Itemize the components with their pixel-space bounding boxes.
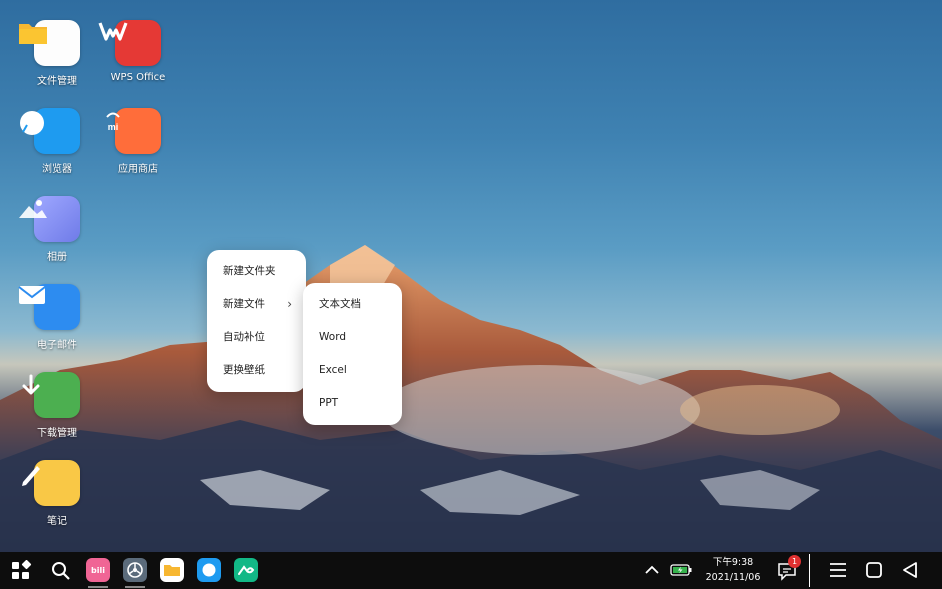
battery-indicator[interactable] — [668, 560, 694, 580]
desktop-context-menu: 新建文件夹 新建文件 › 自动补位 更换壁纸 — [207, 250, 306, 392]
app-icon — [234, 558, 258, 582]
folder-icon — [19, 20, 80, 66]
taskbar-app-files[interactable] — [159, 557, 185, 583]
taskbar-app-settings[interactable] — [122, 557, 148, 583]
desktop-icon-label: 相册 — [47, 252, 67, 263]
submenu-item-ppt[interactable]: PPT — [303, 387, 402, 420]
desktop-icon-label: 电子邮件 — [37, 340, 77, 351]
tray-expand-button[interactable] — [642, 560, 662, 580]
submenu-item-word[interactable]: Word — [303, 321, 402, 354]
menu-nav-button[interactable] — [826, 558, 850, 582]
chevron-up-icon — [645, 565, 659, 574]
desktop-icon-gallery[interactable]: 相册 — [17, 196, 97, 263]
desktop-icon-browser[interactable]: 浏览器 — [17, 108, 97, 175]
desktop-icon-file-manager[interactable]: 文件管理 — [17, 20, 97, 87]
chevron-right-icon: › — [287, 297, 292, 311]
running-indicator — [88, 586, 108, 588]
mi-store-icon: mi — [106, 108, 161, 154]
desktop-wallpaper[interactable]: 文件管理 WPS Office 浏览器 mi 应用商店 相册 电子邮件 下载管理… — [0, 0, 942, 552]
taskbar-app-browser[interactable] — [196, 557, 222, 583]
submenu-item-excel[interactable]: Excel — [303, 354, 402, 387]
search-button[interactable] — [48, 558, 74, 584]
mail-icon — [18, 284, 80, 330]
download-icon — [22, 372, 80, 418]
folder-icon — [160, 558, 184, 582]
clock-time: 下午9:38 — [712, 557, 754, 568]
submenu-item-text-document[interactable]: 文本文档 — [303, 288, 402, 321]
settings-icon — [123, 558, 147, 582]
notification-badge: 1 — [788, 555, 801, 568]
desktop-icon-label: 应用商店 — [118, 164, 158, 175]
notes-icon — [22, 460, 80, 506]
triangle-back-icon — [903, 562, 917, 578]
desktop-icon-notes[interactable]: 笔记 — [17, 460, 97, 527]
desktop-icon-label: 下载管理 — [37, 428, 77, 439]
bilibili-icon: bili — [86, 558, 110, 582]
svg-text:mi: mi — [108, 122, 119, 132]
browser-icon — [20, 108, 80, 154]
desktop-icon-app-store[interactable]: mi 应用商店 — [98, 108, 178, 175]
square-home-icon — [866, 562, 882, 578]
clock[interactable]: 下午9:38 2021/11/06 — [698, 555, 768, 585]
desktop-icon-label: WPS Office — [110, 72, 166, 83]
wps-icon — [98, 20, 161, 66]
clock-date: 2021/11/06 — [705, 572, 761, 583]
battery-charging-icon — [670, 564, 692, 576]
menu-item-label: 新建文件 — [223, 298, 265, 310]
menu-item-change-wallpaper[interactable]: 更换壁纸 — [207, 354, 306, 387]
taskbar-app-bilibili[interactable]: bili — [85, 557, 111, 583]
running-indicator — [125, 586, 145, 588]
desktop-icon-email[interactable]: 电子邮件 — [17, 284, 97, 351]
new-file-submenu: 文本文档 Word Excel PPT — [303, 283, 402, 425]
menu-item-new-folder[interactable]: 新建文件夹 — [207, 255, 306, 288]
browser-icon — [197, 558, 221, 582]
start-button[interactable] — [8, 558, 34, 584]
gallery-icon — [19, 196, 80, 242]
taskbar: bili 下午9:38 2021/11/06 1 — [0, 552, 942, 589]
desktop-icon-label: 浏览器 — [42, 164, 72, 175]
menu-item-auto-arrange[interactable]: 自动补位 — [207, 321, 306, 354]
desktop-icon-download-manager[interactable]: 下载管理 — [17, 372, 97, 439]
taskbar-app-green[interactable] — [233, 557, 259, 583]
taskbar-divider — [809, 554, 810, 587]
desktop-icon-wps-office[interactable]: WPS Office — [98, 20, 178, 83]
notification-center-button[interactable]: 1 — [775, 555, 801, 584]
menu-item-new-file[interactable]: 新建文件 › — [207, 288, 306, 321]
hamburger-menu-icon — [830, 563, 846, 577]
search-icon — [52, 562, 70, 580]
desktop-icon-label: 笔记 — [47, 516, 67, 527]
back-nav-button[interactable] — [898, 558, 922, 582]
start-grid-icon — [12, 560, 32, 579]
home-nav-button[interactable] — [862, 558, 886, 582]
desktop-icon-label: 文件管理 — [37, 76, 77, 87]
